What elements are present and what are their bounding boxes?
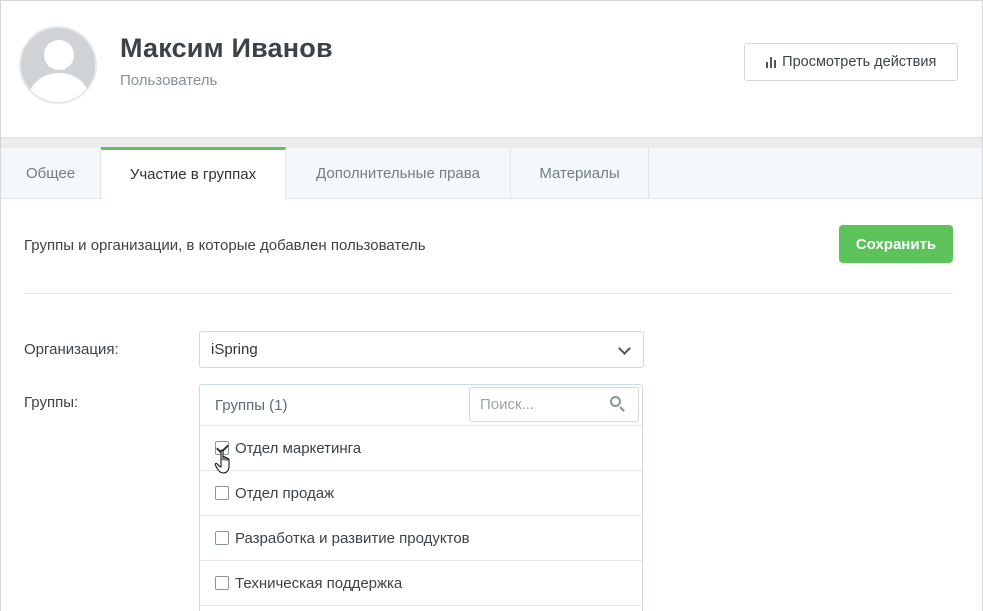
group-checkbox-tech-support[interactable]	[215, 576, 229, 590]
tab-general[interactable]: Общее	[1, 148, 101, 199]
app-frame: Максим Иванов Пользователь Просмотреть д…	[0, 0, 983, 611]
hand-pointer-cursor-icon	[214, 449, 230, 474]
groups-panel-header: Группы (1)	[200, 385, 642, 426]
view-actions-label: Просмотреть действия	[782, 54, 937, 70]
groups-panel: Группы (1) Отдел маркетинга Отдел продаж…	[199, 384, 643, 611]
organization-value: iSpring	[211, 341, 258, 358]
group-label: Отдел маркетинга	[235, 439, 362, 457]
group-checkbox-sales[interactable]	[215, 486, 229, 500]
groups-count-title: Группы (1)	[215, 397, 288, 414]
content-divider	[24, 293, 953, 294]
group-search-input[interactable]	[470, 388, 610, 421]
tab-bar: Общее Участие в группах Дополнительные п…	[1, 147, 982, 199]
search-icon[interactable]	[610, 396, 626, 412]
group-search-box	[469, 387, 639, 422]
main-content: Группы и организации, в которые добавлен…	[1, 199, 982, 611]
group-label: Разработка и развитие продуктов	[235, 529, 470, 547]
group-row-product-development[interactable]: Разработка и развитие продуктов	[200, 516, 642, 561]
organization-select[interactable]: iSpring	[199, 331, 644, 368]
group-row-marketing[interactable]: Отдел маркетинга	[200, 426, 642, 471]
groups-label: Группы:	[24, 394, 79, 411]
tab-additional-rights[interactable]: Дополнительные права	[286, 148, 511, 199]
user-role: Пользователь	[120, 72, 218, 89]
tab-materials[interactable]: Материалы	[511, 148, 649, 199]
group-label: Техническая поддержка	[235, 574, 403, 592]
group-row-sales[interactable]: Отдел продаж	[200, 471, 642, 516]
bar-chart-icon	[765, 56, 777, 68]
save-button[interactable]: Сохранить	[839, 225, 953, 263]
organization-label: Организация:	[24, 341, 119, 358]
section-description: Группы и организации, в которые добавлен…	[24, 237, 426, 254]
tab-group-membership[interactable]: Участие в группах	[101, 147, 286, 199]
view-actions-button[interactable]: Просмотреть действия	[744, 43, 958, 81]
avatar-head-shape	[44, 40, 74, 70]
avatar-body-shape	[29, 73, 89, 102]
group-checkbox-product-development[interactable]	[215, 531, 229, 545]
group-label: Отдел продаж	[235, 484, 335, 502]
profile-header: Максим Иванов Пользователь Просмотреть д…	[1, 1, 982, 137]
user-name: Максим Иванов	[120, 33, 333, 63]
group-row-tech-support[interactable]: Техническая поддержка	[200, 561, 642, 606]
avatar	[19, 26, 97, 104]
chevron-down-icon	[618, 342, 631, 355]
